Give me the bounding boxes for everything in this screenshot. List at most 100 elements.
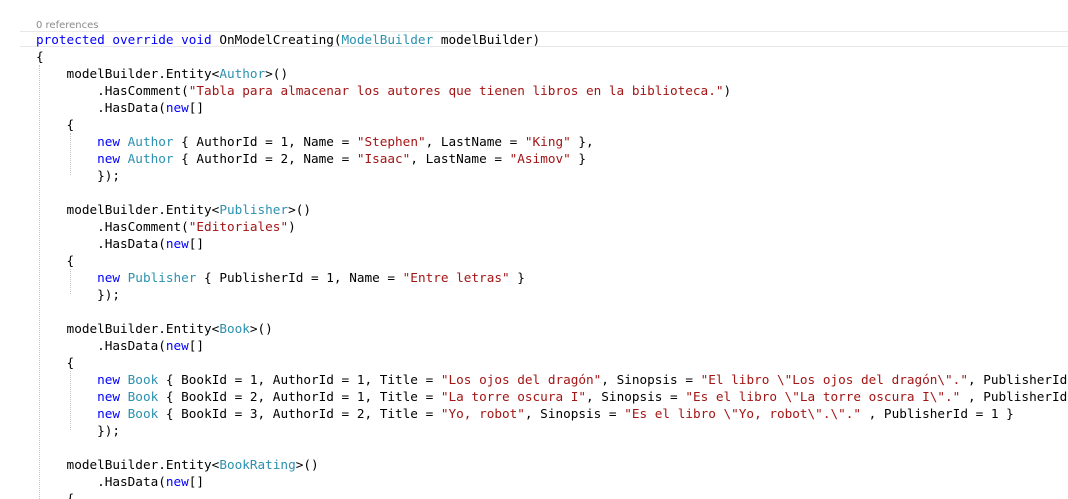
code-text[interactable]: protected override void OnModelCreating(… [36,31,1067,499]
code-token: >() [265,66,289,81]
code-line[interactable]: new Publisher { PublisherId = 1, Name = … [36,269,1067,286]
code-line[interactable]: }); [36,422,1067,439]
code-token: .HasData( [36,338,166,353]
code-token: Author [127,151,174,166]
code-token: "Editoriales" [188,219,289,234]
code-token: new [165,100,189,115]
code-token: Book [219,321,250,336]
code-token: modelBuilder.Entity< [36,66,220,81]
code-token: >() [249,321,273,336]
code-token: }); [36,168,121,183]
code-token: new [97,270,128,285]
code-token: [] [188,236,205,251]
code-token: , Sinopsis = [601,372,701,387]
code-token: ModelBuilder [341,32,434,47]
code-token: .HasComment( [36,219,189,234]
code-line[interactable]: { [36,490,1067,499]
code-line[interactable]: { [36,252,1067,269]
code-token: protected override void [36,32,220,47]
code-token: new [97,389,128,404]
code-token: { BookId = 1, AuthorId = 1, Title = [158,372,441,387]
code-token: "Stephen" [356,134,426,149]
code-token: } [570,151,587,166]
code-editor[interactable]: 0 references protected override void OnM… [0,0,1068,499]
code-line[interactable]: .HasData(new[] [36,337,1067,354]
code-line[interactable]: new Book { BookId = 1, AuthorId = 1, Tit… [36,371,1067,388]
code-token: Book [127,389,159,404]
code-line[interactable]: .HasComment("Tabla para almacenar los au… [36,82,1067,99]
code-token: "Yo, robot" [440,406,525,421]
code-line[interactable]: .HasData(new[] [36,235,1067,252]
code-token: BookRating [219,457,296,472]
code-token: { [36,491,75,499]
code-token: "La torre oscura I" [440,389,587,404]
code-token: "El libro \"Los ojos del dragón\"." [700,372,968,387]
code-line[interactable]: modelBuilder.Entity<Publisher>() [36,201,1067,218]
code-token: }); [36,287,121,302]
code-token: new [97,134,128,149]
code-token: new [165,474,189,489]
code-line[interactable]: protected override void OnModelCreating(… [36,31,1067,48]
code-line[interactable]: { [36,354,1067,371]
code-line[interactable]: modelBuilder.Entity<BookRating>() [36,456,1067,473]
code-line[interactable]: modelBuilder.Entity<Book>() [36,320,1067,337]
code-token: .HasComment( [36,83,189,98]
code-line[interactable]: new Book { BookId = 3, AuthorId = 2, Tit… [36,405,1067,422]
code-token: { AuthorId = 1, Name = [173,134,357,149]
code-token: Author [127,134,174,149]
code-token: new [97,372,128,387]
code-token: "King" [524,134,571,149]
code-token: , LastName = [425,134,525,149]
code-token: "Isaac" [356,151,411,166]
code-token: Author [219,66,266,81]
code-token: { PublisherId = 1, Name = [196,270,403,285]
code-line[interactable]: }); [36,286,1067,303]
code-token: "Los ojos del dragón" [440,372,602,387]
code-token: modelBuilder) [433,32,541,47]
code-token: new [97,406,128,421]
code-token: "Entre letras" [402,270,510,285]
code-line[interactable] [36,439,1067,456]
code-line[interactable]: .HasData(new[] [36,473,1067,490]
code-token: "Tabla para almacenar los autores que ti… [188,83,724,98]
code-line[interactable]: { [36,48,1067,65]
code-token: modelBuilder.Entity< [36,202,220,217]
code-line[interactable]: .HasData(new[] [36,99,1067,116]
code-token: { BookId = 3, AuthorId = 2, Title = [158,406,441,421]
code-token: { [36,49,44,64]
code-token: "Es el libro \"Yo, robot\".\"." [624,406,862,421]
code-token: "Asimov" [509,151,571,166]
code-token: >() [288,202,311,217]
code-token: new [97,151,128,166]
code-line[interactable]: new Author { AuthorId = 1, Name = "Steph… [36,133,1067,150]
code-token: .HasData( [36,474,166,489]
code-token: modelBuilder.Entity< [36,457,220,472]
code-line[interactable] [36,184,1067,201]
code-token: , PublisherId [967,372,1068,387]
code-token: { AuthorId = 2, Name = [173,151,357,166]
code-token: .HasData( [36,236,166,251]
code-token: ) [723,83,732,98]
code-line[interactable]: .HasComment("Editoriales") [36,218,1067,235]
code-token: Publisher [127,270,197,285]
code-token: >() [295,457,319,472]
code-line[interactable]: new Author { AuthorId = 2, Name = "Isaac… [36,150,1067,167]
code-line[interactable]: modelBuilder.Entity<Author>() [36,65,1067,82]
code-token: Publisher [219,202,289,217]
code-token: OnModelCreating( [219,32,342,47]
code-token: ) [288,219,296,234]
code-line[interactable] [36,303,1067,320]
code-token: [] [188,338,205,353]
code-token: }); [36,423,121,438]
code-token: [] [188,474,205,489]
code-line[interactable]: new Book { BookId = 2, AuthorId = 1, Tit… [36,388,1067,405]
code-token: , Sinopsis = [524,406,625,421]
code-line[interactable]: }); [36,167,1067,184]
code-line[interactable]: { [36,116,1067,133]
code-token: [] [188,100,205,115]
